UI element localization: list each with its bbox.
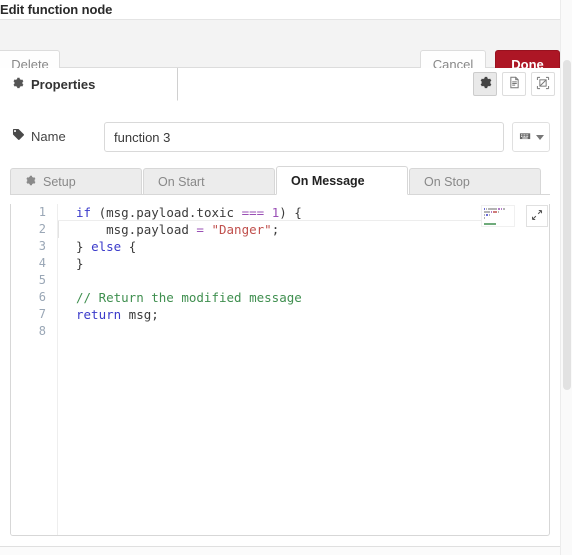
code-token: else bbox=[91, 239, 122, 254]
dialog-tabstrip: Properties bbox=[0, 68, 560, 101]
subtab-on-start[interactable]: On Start bbox=[143, 168, 275, 195]
name-row: Name bbox=[0, 118, 560, 156]
gutter-line-number: 4 bbox=[38, 256, 46, 270]
page-scrollbar[interactable] bbox=[560, 0, 572, 555]
dialog-titlebar: Edit function node bbox=[0, 0, 560, 19]
code-line: return msg; bbox=[76, 306, 549, 323]
minimap-line bbox=[484, 214, 512, 216]
name-label-group: Name bbox=[12, 128, 66, 144]
subtab-on-stop-label: On Stop bbox=[424, 174, 470, 189]
code-token: } bbox=[76, 256, 84, 271]
gutter-line-number: 6 bbox=[38, 290, 46, 304]
tab-properties[interactable]: Properties bbox=[0, 68, 178, 101]
code-line: } bbox=[76, 255, 549, 272]
minimap-line bbox=[484, 223, 512, 225]
editor-gutter: 1 2 3 4 5 6 7 8 bbox=[11, 204, 58, 535]
description-icon bbox=[508, 76, 521, 92]
minimap-line bbox=[484, 211, 512, 213]
code-token: ( bbox=[91, 205, 107, 220]
description-icon-button[interactable] bbox=[502, 72, 526, 96]
function-subtabs: Setup On Start On Message On Stop bbox=[10, 166, 550, 195]
minimap-line bbox=[484, 220, 512, 222]
code-token: { bbox=[121, 239, 137, 254]
keyboard-icon bbox=[519, 130, 533, 145]
gutter-line-number: 5 bbox=[38, 273, 46, 287]
gutter-line-number: 2 bbox=[38, 222, 46, 236]
code-token: ) { bbox=[279, 205, 302, 220]
gutter-line-number: 3 bbox=[38, 239, 46, 253]
name-menu-button[interactable] bbox=[512, 122, 550, 152]
code-token: = bbox=[196, 222, 204, 237]
gear-icon bbox=[479, 76, 492, 92]
expand-arrows-icon bbox=[531, 209, 543, 224]
subtab-on-stop[interactable]: On Stop bbox=[409, 168, 541, 195]
code-token: ; bbox=[271, 222, 280, 237]
subtab-on-message-label: On Message bbox=[291, 173, 365, 188]
code-line: } else { bbox=[76, 238, 549, 255]
subtab-setup-label: Setup bbox=[43, 174, 76, 189]
name-label-text: Name bbox=[31, 128, 66, 144]
appearance-icon-button[interactable] bbox=[531, 72, 555, 96]
code-token: } bbox=[76, 239, 92, 254]
code-token: "Danger" bbox=[211, 222, 272, 237]
gutter-line-number: 8 bbox=[38, 324, 46, 338]
code-token: return bbox=[76, 307, 122, 322]
gutter-line-number: 7 bbox=[38, 307, 46, 321]
minimap-line bbox=[484, 217, 512, 219]
expand-editor-button[interactable] bbox=[526, 205, 548, 227]
code-token: if bbox=[76, 205, 92, 220]
subtab-setup[interactable]: Setup bbox=[10, 168, 142, 195]
dialog-action-bar: Delete Cancel Done bbox=[0, 19, 560, 79]
code-line: // Return the modified message bbox=[76, 289, 549, 306]
subtab-on-message[interactable]: On Message bbox=[276, 166, 408, 195]
page-scrollbar-thumb[interactable] bbox=[563, 60, 571, 390]
gear-icon-button[interactable] bbox=[473, 72, 497, 96]
chevron-down-icon bbox=[535, 134, 544, 140]
code-line: if (msg.payload.toxic === 1) { bbox=[76, 204, 549, 221]
gear-icon bbox=[12, 77, 24, 92]
code-token: msg.payload.toxic bbox=[106, 205, 235, 220]
code-token: // Return the modified message bbox=[76, 290, 302, 305]
minimap-line bbox=[484, 208, 512, 210]
name-input[interactable] bbox=[104, 122, 504, 152]
tag-icon bbox=[12, 128, 25, 144]
edit-function-node-dialog: Edit function node Delete Cancel Done Pr… bbox=[0, 0, 572, 555]
code-editor[interactable]: 1 2 3 4 5 6 7 8 if (msg.payload.toxic === 1) { … bbox=[10, 204, 550, 536]
appearance-icon bbox=[536, 76, 550, 93]
subtab-on-start-label: On Start bbox=[158, 174, 205, 189]
code-token: msg; bbox=[121, 307, 159, 322]
gear-icon bbox=[25, 175, 36, 189]
code-minimap[interactable] bbox=[481, 205, 515, 227]
gutter-line-number: 1 bbox=[38, 205, 46, 219]
dialog-title: Edit function node bbox=[0, 2, 113, 17]
editor-code-area[interactable]: if (msg.payload.toxic === 1) { msg.paylo… bbox=[58, 204, 549, 535]
dialog-bottom-fill bbox=[0, 547, 560, 555]
panel-icon-buttons bbox=[473, 72, 555, 96]
code-token: === bbox=[241, 205, 265, 220]
code-token: msg.payload bbox=[76, 222, 197, 237]
code-line: msg.payload = "Danger"; bbox=[76, 221, 549, 238]
tab-properties-label: Properties bbox=[31, 76, 96, 92]
